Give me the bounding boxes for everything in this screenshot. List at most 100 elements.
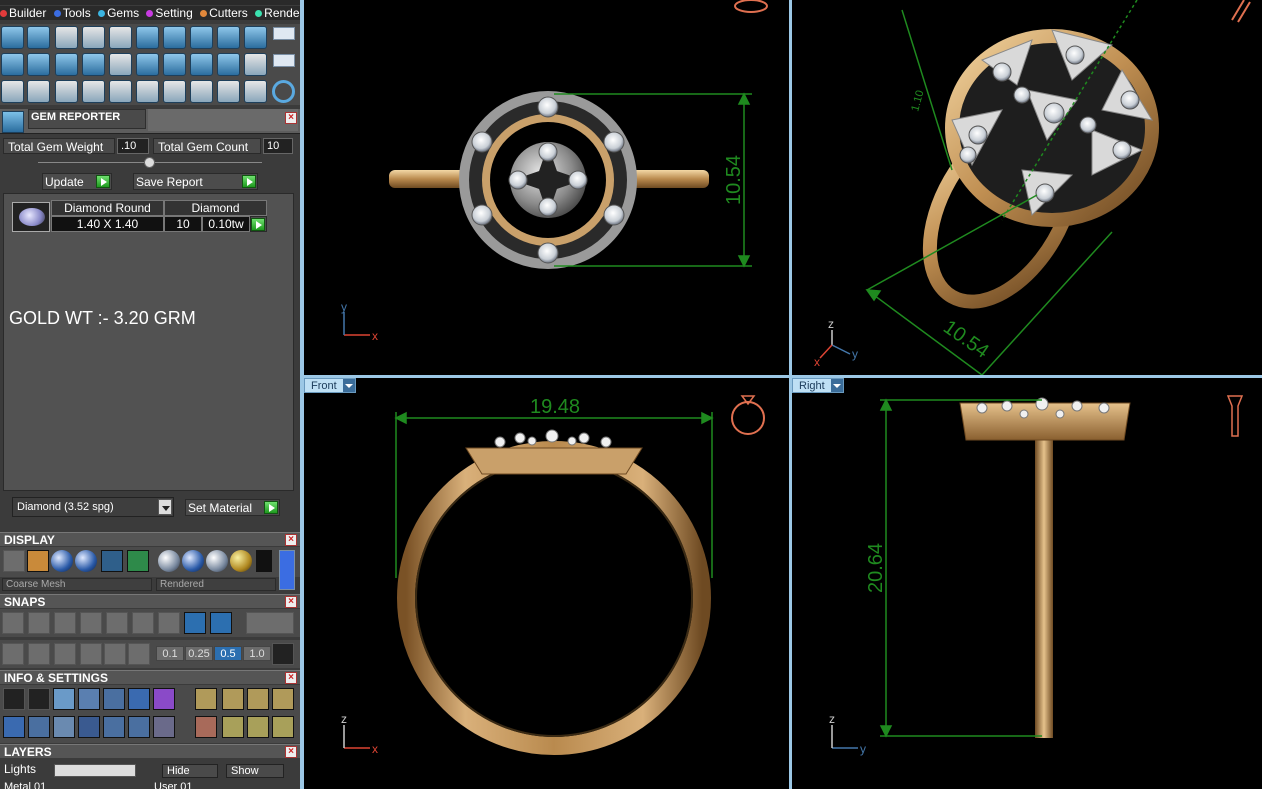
gem-cluster-icon[interactable]	[190, 53, 213, 76]
lights-controls[interactable]	[54, 764, 136, 777]
panel-slider-handle[interactable]	[144, 157, 155, 168]
snap-value-0-5[interactable]: 0.5	[214, 646, 242, 661]
gears-icon[interactable]	[3, 688, 25, 710]
lock-grid-icon[interactable]	[109, 26, 132, 49]
snap-line-icon[interactable]	[210, 612, 232, 634]
material-select[interactable]: Diamond (3.52 spg)	[12, 497, 174, 517]
bead-tool-icon[interactable]	[244, 53, 267, 76]
sheet-tool-icon[interactable]	[82, 53, 105, 76]
set-material-button[interactable]: Set Material	[185, 499, 280, 516]
box-icon[interactable]	[78, 716, 100, 738]
sweep-icon[interactable]	[163, 80, 186, 103]
scale-icon[interactable]	[222, 716, 244, 738]
magnify-icon[interactable]	[28, 688, 50, 710]
snap-curve-icon[interactable]	[28, 612, 50, 634]
snap-cross-icon[interactable]	[54, 612, 76, 634]
fillet-icon[interactable]	[55, 80, 78, 103]
align-icon[interactable]	[272, 716, 294, 738]
flower-gem-icon[interactable]	[244, 26, 267, 49]
snap-circle-icon[interactable]	[158, 612, 180, 634]
curve-tool-icon[interactable]	[1, 26, 24, 49]
surface-tool-icon[interactable]	[1, 53, 24, 76]
blue-sphere-icon[interactable]	[182, 550, 204, 572]
pencil-snap-icon[interactable]	[54, 643, 76, 665]
link-icon[interactable]	[190, 80, 213, 103]
pen-tool-icon[interactable]	[27, 26, 50, 49]
snap-value-0-1[interactable]: 0.1	[156, 646, 184, 661]
diamond-outline-icon[interactable]	[27, 53, 50, 76]
menu-builder[interactable]: Builder	[0, 6, 46, 20]
snowflake-icon[interactable]	[136, 26, 159, 49]
lock-pen-icon[interactable]	[82, 26, 105, 49]
print-icon[interactable]	[222, 688, 244, 710]
close-icon[interactable]: ×	[285, 596, 297, 608]
pave-tool-icon[interactable]	[163, 53, 186, 76]
mesh-mode-select[interactable]: Coarse Mesh	[2, 578, 152, 591]
document-icon[interactable]	[103, 688, 125, 710]
right-viewport[interactable]: Right 20.64 y z	[792, 378, 1262, 789]
diagonal-grid-icon[interactable]	[80, 643, 102, 665]
snap-box-icon[interactable]	[246, 612, 294, 634]
ring-side-icon[interactable]	[1226, 395, 1244, 437]
top-viewport[interactable]: 10.54 x y	[304, 0, 789, 375]
menu-tools[interactable]: Tools	[53, 6, 91, 20]
wireframe-icon[interactable]	[3, 550, 25, 572]
smooth-sphere-icon[interactable]	[75, 550, 97, 572]
show-button[interactable]: Show	[226, 764, 284, 778]
close-icon[interactable]: ×	[285, 746, 297, 758]
scissors-icon[interactable]	[244, 80, 267, 103]
blocks-icon[interactable]	[1, 80, 24, 103]
fine-grid-icon[interactable]	[272, 643, 294, 665]
windows-icon[interactable]	[3, 716, 25, 738]
split-icon[interactable]	[217, 80, 240, 103]
print-red-icon[interactable]	[272, 688, 294, 710]
cube-snap-icon[interactable]	[28, 643, 50, 665]
plane-tool-icon[interactable]	[55, 53, 78, 76]
hide-button[interactable]: Hide	[162, 764, 218, 778]
spray-tool-icon[interactable]	[217, 26, 240, 49]
silver-sphere-icon[interactable]	[206, 550, 228, 572]
snap-center-icon[interactable]	[132, 612, 154, 634]
panel-toggle-button[interactable]	[273, 54, 295, 67]
axis-snap-icon[interactable]	[128, 643, 150, 665]
close-icon[interactable]: ×	[285, 672, 297, 684]
render-mode-select[interactable]: Rendered	[156, 578, 276, 591]
cube-purple-icon[interactable]	[153, 688, 175, 710]
render-view-icon[interactable]	[101, 550, 123, 572]
texture-icon[interactable]	[127, 550, 149, 572]
gem-drop-icon[interactable]	[163, 26, 186, 49]
ring-outline-icon[interactable]	[272, 80, 295, 103]
layers-stack-icon[interactable]	[53, 688, 75, 710]
page-curl-icon[interactable]	[136, 80, 159, 103]
mirror-icon[interactable]	[82, 80, 105, 103]
right-view-label[interactable]: Right	[792, 378, 844, 393]
folder-icon[interactable]	[78, 688, 100, 710]
close-icon[interactable]: ×	[285, 534, 297, 546]
menu-setting[interactable]: Setting	[146, 6, 193, 20]
gem-burst-icon[interactable]	[190, 26, 213, 49]
front-view-label[interactable]: Front	[304, 378, 356, 393]
stair-tool-icon[interactable]	[136, 53, 159, 76]
page-tool-icon[interactable]	[109, 53, 132, 76]
menu-render[interactable]: Render	[255, 6, 300, 20]
menu-gems[interactable]: Gems	[98, 6, 139, 20]
snap-value-1-0[interactable]: 1.0	[243, 646, 271, 661]
cube-wire-icon[interactable]	[53, 716, 75, 738]
chrome-sphere-icon[interactable]	[158, 550, 180, 572]
print-alt-icon[interactable]	[247, 688, 269, 710]
brush-icon[interactable]	[195, 688, 217, 710]
snap-mid-icon[interactable]	[184, 612, 206, 634]
snap-point-icon[interactable]	[80, 612, 102, 634]
snap-corner-icon[interactable]	[106, 612, 128, 634]
gem-grid-icon[interactable]	[217, 53, 240, 76]
filter-icon[interactable]	[103, 716, 125, 738]
snap-value-0-25[interactable]: 0.25	[185, 646, 213, 661]
panel-toggle-button[interactable]	[273, 27, 295, 40]
transform-icon[interactable]	[195, 716, 217, 738]
gem-row-go-button[interactable]	[250, 216, 267, 232]
update-button[interactable]: Update	[42, 173, 112, 190]
display-side-toggle[interactable]	[279, 550, 295, 590]
move-arrows-icon[interactable]	[109, 80, 132, 103]
persp-view-icon[interactable]	[1231, 0, 1251, 23]
perspective-viewport[interactable]: 10.54 1.10 z y x	[792, 0, 1262, 375]
